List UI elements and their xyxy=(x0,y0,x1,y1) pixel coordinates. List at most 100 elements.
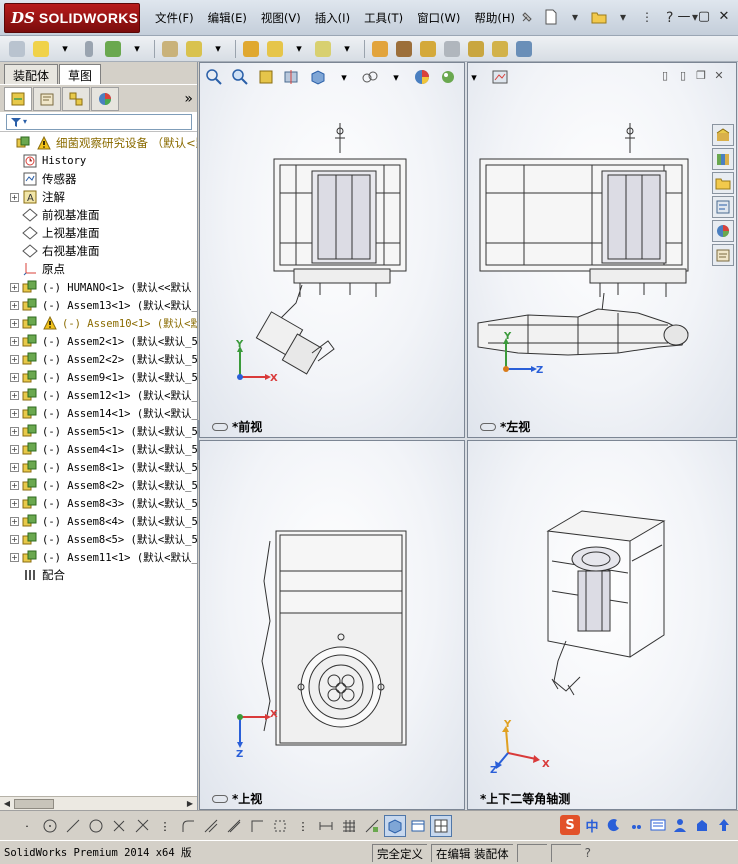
tree-node[interactable]: 上视基准面 xyxy=(0,224,197,242)
tree-node[interactable]: + (-) Assem10<1> (默认<默认 xyxy=(0,314,197,332)
expand-icon[interactable]: + xyxy=(10,462,19,472)
hide-show-items-icon[interactable] xyxy=(411,66,433,88)
tree-node[interactable]: 原点 xyxy=(0,260,197,278)
chevron-down-icon[interactable]: ▾ xyxy=(612,6,634,28)
zoom-to-fit-icon[interactable] xyxy=(203,66,225,88)
circle-icon[interactable] xyxy=(39,815,61,837)
tree-node[interactable]: + (-) Assem8<5> (默认<默认_5 xyxy=(0,530,197,548)
sogou-ime-icon[interactable]: S xyxy=(560,815,580,835)
edit-appearance-icon[interactable] xyxy=(437,66,459,88)
expand-icon[interactable]: + xyxy=(10,372,19,382)
point-icon[interactable] xyxy=(108,815,130,837)
expand-icon[interactable]: + xyxy=(10,426,19,436)
menu-view[interactable]: 视图(V) xyxy=(254,8,308,28)
link-views-icon[interactable] xyxy=(212,794,228,803)
tiled-view-icon[interactable] xyxy=(430,815,452,837)
tree-node[interactable]: + (-) Assem2<2> (默认<默认_5 xyxy=(0,350,197,368)
scroll-left-icon[interactable]: ◀ xyxy=(1,798,13,810)
tree-node[interactable]: + (-) HUMANO<1> (默认<<默认 xyxy=(0,278,197,296)
more-tabs-button[interactable]: » xyxy=(184,91,193,107)
chevron-down-icon[interactable]: ▾ xyxy=(336,38,358,60)
expand-icon[interactable]: + xyxy=(10,336,19,346)
horizontal-scrollbar[interactable]: ◀ ▶ xyxy=(0,796,197,810)
keyboard-icon[interactable] xyxy=(648,815,668,835)
tree-node[interactable]: 右视基准面 xyxy=(0,242,197,260)
tree-node[interactable]: + (-) Assem5<1> (默认<默认_5 xyxy=(0,422,197,440)
chevron-down-icon[interactable]: ▾ xyxy=(333,66,355,88)
tab-sketch[interactable]: 草图 xyxy=(59,64,102,84)
viewport-isometric[interactable]: Y X Z *上下二等角轴测 xyxy=(467,440,737,810)
user-icon[interactable] xyxy=(670,815,690,835)
tree-root[interactable]: 细菌观察研究设备 （默认<默认 xyxy=(0,134,197,152)
expand-icon[interactable]: + xyxy=(10,552,19,562)
chevron-down-icon[interactable]: ▾ xyxy=(207,38,229,60)
open-folder-icon[interactable] xyxy=(588,6,610,28)
link-views-icon[interactable] xyxy=(212,422,228,431)
assembly-features-icon[interactable] xyxy=(264,38,286,60)
chevron-down-icon[interactable]: ▾ xyxy=(463,66,485,88)
menu-file[interactable]: 文件(F) xyxy=(148,8,201,28)
tree-node[interactable]: + (-) Assem8<2> (默认<默认_5 xyxy=(0,476,197,494)
minimize-button[interactable]: — xyxy=(674,8,694,26)
chevron-down-icon[interactable]: ▾ xyxy=(385,66,407,88)
expand-icon[interactable]: + xyxy=(10,318,19,328)
viewport-left[interactable]: ▯ ▯ ❐ ✕ Y Z *左视 xyxy=(467,62,737,438)
configurationmanager-icon[interactable] xyxy=(62,86,90,111)
punctuation-icon[interactable] xyxy=(626,815,646,835)
tree-node[interactable]: + (-) Assem12<1> (默认<默认_ xyxy=(0,386,197,404)
expand-icon[interactable]: + xyxy=(10,354,19,364)
bill-of-materials-icon[interactable] xyxy=(393,38,415,60)
point-icon[interactable]: · xyxy=(16,815,38,837)
skin-icon[interactable] xyxy=(692,815,712,835)
grid-icon[interactable] xyxy=(338,815,360,837)
tree-node[interactable]: History xyxy=(0,152,197,170)
new-motion-study-icon[interactable] xyxy=(369,38,391,60)
displaymanager-icon[interactable] xyxy=(91,86,119,111)
mate-icon[interactable] xyxy=(78,38,100,60)
fillet-icon[interactable] xyxy=(177,815,199,837)
expand-icon[interactable]: + xyxy=(10,282,19,292)
trim-icon[interactable] xyxy=(131,815,153,837)
tree-node[interactable]: + (-) Assem13<1> (默认<默认_ xyxy=(0,296,197,314)
tab-assembly[interactable]: 装配体 xyxy=(4,64,59,84)
tree-node[interactable]: + (-) Assem14<1> (默认<默认_ xyxy=(0,404,197,422)
expand-icon[interactable]: + xyxy=(10,516,19,526)
assembly-visualization-icon[interactable] xyxy=(513,38,535,60)
custom-properties-icon[interactable] xyxy=(712,244,734,266)
reference-geometry-icon[interactable] xyxy=(312,38,334,60)
insert-component-icon[interactable] xyxy=(6,38,28,60)
exploded-view-icon[interactable] xyxy=(417,38,439,60)
toolbox-icon[interactable] xyxy=(714,815,734,835)
close-button[interactable]: ✕ xyxy=(714,8,734,26)
pin-icon[interactable] xyxy=(516,6,538,28)
clearance-verification-icon[interactable] xyxy=(489,38,511,60)
tree-node[interactable]: + (-) Assem2<1> (默认<默认_5 xyxy=(0,332,197,350)
ime-language-button[interactable]: 中 xyxy=(582,815,602,835)
viewport-top[interactable]: X Z *上视 xyxy=(199,440,465,810)
smart-fasteners-icon[interactable] xyxy=(159,38,181,60)
design-library-icon[interactable] xyxy=(712,148,734,170)
appearances-icon[interactable] xyxy=(712,220,734,242)
new-document-icon[interactable] xyxy=(540,6,562,28)
show-hidden-components-icon[interactable] xyxy=(240,38,262,60)
moon-icon[interactable] xyxy=(604,815,624,835)
wireframe-view-icon[interactable] xyxy=(407,815,429,837)
chevron-down-icon[interactable]: ▾ xyxy=(54,38,76,60)
solidworks-logo[interactable]: DS SOLIDWORKS xyxy=(4,3,140,33)
scroll-thumb[interactable] xyxy=(14,799,54,809)
menu-window[interactable]: 窗口(W) xyxy=(410,8,467,28)
chevron-down-icon[interactable]: ▾ xyxy=(564,6,586,28)
zoom-to-area-icon[interactable] xyxy=(229,66,251,88)
link-views-icon[interactable] xyxy=(480,422,496,431)
move-component-icon[interactable] xyxy=(183,38,205,60)
offset-icon[interactable] xyxy=(200,815,222,837)
expand-icon[interactable]: + xyxy=(10,480,19,490)
expand-icon[interactable]: + xyxy=(10,408,19,418)
tree-node[interactable]: + (-) Assem11<1> (默认<默认_ xyxy=(0,548,197,566)
expand-icon[interactable]: + xyxy=(10,300,19,310)
propertymanager-icon[interactable] xyxy=(33,86,61,111)
view-settings-icon[interactable] xyxy=(489,66,511,88)
tree-node[interactable]: + (-) Assem4<1> (默认<默认_5 xyxy=(0,440,197,458)
chevron-down-icon[interactable]: ▾ xyxy=(288,38,310,60)
expand-icon[interactable]: + xyxy=(10,498,19,508)
